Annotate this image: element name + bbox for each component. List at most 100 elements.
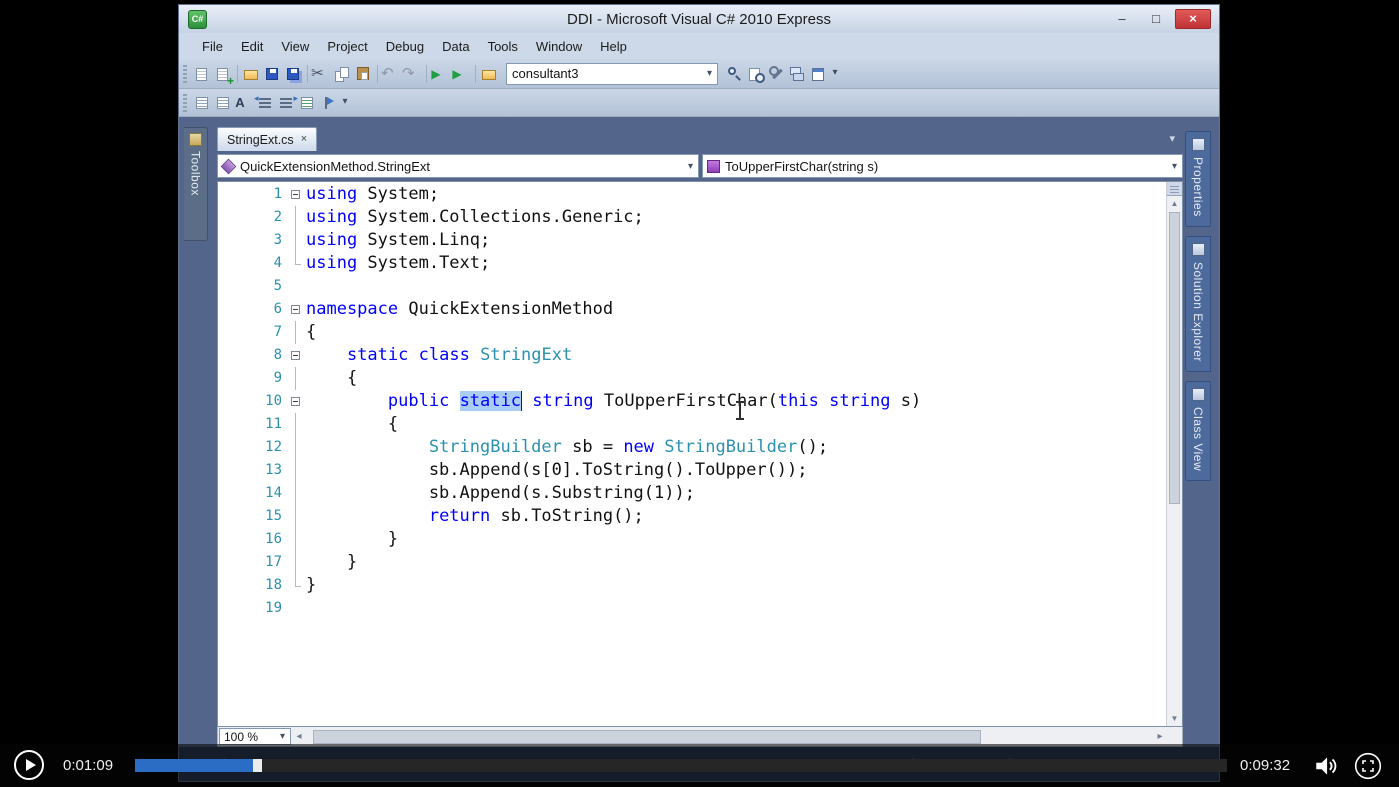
code-editor[interactable]: 1 using System; 2 using System.Collections.… — [217, 181, 1183, 727]
toolbar-grip[interactable] — [183, 64, 187, 83]
parameter-info-icon[interactable] — [213, 92, 234, 114]
fold-collapse-icon[interactable] — [288, 344, 306, 367]
solution-explorer-icon[interactable] — [787, 63, 808, 85]
menu-data[interactable]: Data — [433, 36, 478, 57]
toolbox-label: Toolbox — [188, 151, 203, 196]
indent-decrease-icon[interactable] — [254, 92, 276, 114]
redo-icon[interactable] — [402, 63, 423, 85]
bookmark-icon[interactable] — [318, 92, 339, 114]
title-bar[interactable]: DDI - Microsoft Visual C# 2010 Express –… — [179, 5, 1219, 33]
play-button[interactable] — [14, 750, 44, 780]
toolbar-separator — [475, 64, 476, 83]
total-time: 0:09:32 — [1240, 757, 1291, 774]
copy-icon[interactable] — [332, 63, 353, 85]
line-number: 3 — [273, 232, 282, 248]
cut-icon[interactable] — [311, 63, 332, 85]
zoom-combo[interactable]: 100 % ▾ — [219, 728, 291, 745]
tab-close-icon[interactable]: × — [301, 134, 307, 145]
chevron-down-icon[interactable]: ▾ — [683, 161, 698, 172]
document-tabstrip: StringExt.cs × ▾ — [217, 127, 1183, 151]
code-line: 1 using System; — [218, 183, 1166, 206]
configuration-combo[interactable]: consultant3 ▾ — [506, 62, 718, 85]
progress-handle[interactable] — [253, 759, 263, 772]
fold-guide — [288, 206, 306, 229]
open-file-icon[interactable] — [241, 63, 262, 85]
menu-edit[interactable]: Edit — [232, 36, 272, 57]
fold-collapse-icon[interactable] — [288, 390, 306, 413]
splitter-handle[interactable] — [1167, 182, 1182, 196]
scroll-right-icon[interactable]: ▸ — [1152, 731, 1168, 742]
types-dropdown[interactable]: QuickExtensionMethod.StringExt ▾ — [217, 154, 699, 178]
find-in-files-icon[interactable] — [745, 63, 766, 85]
vertical-scroll-thumb[interactable] — [1169, 212, 1180, 504]
menu-project[interactable]: Project — [318, 36, 376, 57]
code-text: } — [306, 575, 317, 595]
line-number: 14 — [265, 485, 282, 501]
scroll-left-icon[interactable]: ◂ — [291, 731, 307, 742]
vertical-scrollbar[interactable]: ▲ ▼ — [1166, 182, 1182, 726]
line-number: 2 — [273, 209, 282, 225]
options-icon[interactable] — [766, 63, 787, 85]
scroll-up-icon[interactable]: ▲ — [1167, 196, 1182, 211]
text-size-icon[interactable] — [234, 92, 255, 114]
toolbar-grip[interactable] — [183, 93, 187, 112]
maximize-button[interactable]: □ — [1141, 9, 1171, 29]
mouse-ibeam-cursor — [736, 401, 744, 420]
editor-pane: StringExt.cs × ▾ QuickExtensionMethod.St… — [217, 127, 1183, 747]
menu-file[interactable]: File — [193, 36, 232, 57]
minimize-button[interactable]: – — [1107, 9, 1137, 29]
save-icon[interactable] — [262, 63, 283, 85]
new-project-icon[interactable] — [192, 63, 213, 85]
fold-guide — [288, 275, 306, 298]
scroll-down-icon[interactable]: ▼ — [1167, 711, 1182, 726]
indent-increase-icon[interactable] — [276, 92, 298, 114]
toolbox-tab[interactable]: Toolbox — [184, 127, 208, 241]
menu-debug[interactable]: Debug — [377, 36, 433, 57]
fold-collapse-icon[interactable] — [288, 183, 306, 206]
horizontal-scroll-thumb[interactable] — [313, 729, 981, 744]
find-icon[interactable] — [724, 63, 745, 85]
undo-icon[interactable] — [381, 63, 402, 85]
menu-view[interactable]: View — [272, 36, 318, 57]
overflow-icon[interactable] — [829, 63, 850, 85]
close-button[interactable]: × — [1175, 9, 1211, 29]
line-number: 12 — [265, 439, 282, 455]
chevron-down-icon[interactable]: ▾ — [275, 731, 290, 742]
chevron-down-icon[interactable]: ▾ — [1167, 161, 1182, 172]
add-item-icon[interactable] — [213, 63, 234, 87]
menu-window[interactable]: Window — [527, 36, 591, 57]
start-debug-icon[interactable] — [430, 63, 451, 85]
code-surface[interactable]: 1 using System; 2 using System.Collections.… — [218, 183, 1166, 620]
progress-bar[interactable] — [135, 759, 1227, 772]
menu-tools[interactable]: Tools — [479, 36, 527, 57]
overflow-icon[interactable] — [339, 92, 360, 114]
fullscreen-icon[interactable] — [1354, 752, 1382, 780]
properties-window-icon[interactable] — [808, 63, 829, 85]
comment-icon[interactable] — [297, 92, 318, 114]
menu-help[interactable]: Help — [591, 36, 636, 57]
code-text: return sb.ToString(); — [428, 506, 644, 526]
document-list-dropdown-icon[interactable]: ▾ — [1169, 132, 1175, 145]
code-text: using System.Linq; — [306, 230, 491, 250]
run-icon[interactable] — [451, 63, 472, 85]
line-number: 9 — [273, 370, 282, 386]
tab-stringext[interactable]: StringExt.cs × — [217, 127, 318, 151]
members-dropdown[interactable]: ToUpperFirstChar(string s) ▾ — [702, 154, 1183, 178]
toolbar-separator — [237, 64, 238, 83]
fold-collapse-icon[interactable] — [288, 298, 306, 321]
tab-class-view[interactable]: Class View — [1185, 380, 1211, 481]
volume-icon[interactable] — [1313, 753, 1339, 779]
tab-properties[interactable]: Properties — [1185, 131, 1211, 227]
horizontal-scrollbar[interactable] — [307, 729, 1152, 745]
paste-icon[interactable] — [353, 63, 374, 85]
browse-icon[interactable] — [479, 63, 500, 85]
code-text: public static string ToUpperFirstChar(th… — [387, 391, 922, 411]
class-icon — [220, 158, 237, 174]
line-number: 5 — [273, 278, 282, 294]
member-list-icon[interactable] — [192, 92, 213, 114]
tab-solution-explorer[interactable]: Solution Explorer — [1185, 235, 1211, 372]
code-text: using System.Collections.Generic; — [306, 207, 644, 227]
code-line: 8 static class StringExt — [218, 344, 1166, 367]
chevron-down-icon[interactable]: ▾ — [702, 68, 717, 79]
save-all-icon[interactable] — [283, 63, 304, 85]
